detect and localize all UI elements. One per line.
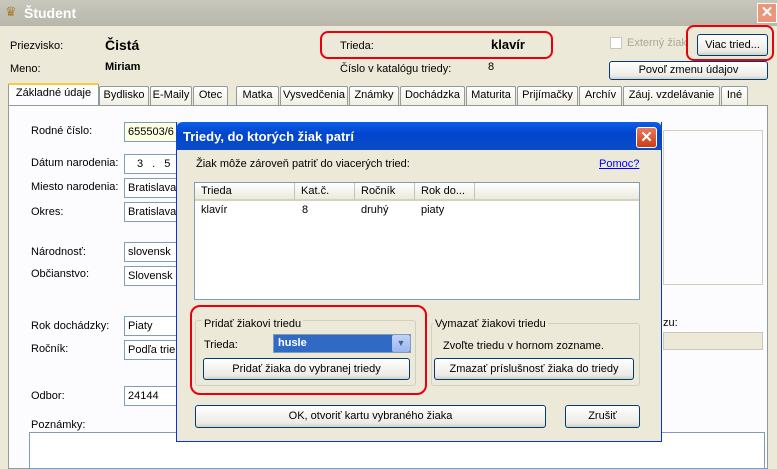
tab-graduation[interactable]: Maturita bbox=[466, 86, 516, 105]
dialog-info-text: Žiak môže zároveň patriť do viacerých tr… bbox=[196, 158, 410, 170]
window-titlebar bbox=[0, 0, 777, 26]
column-header-class[interactable]: Trieda bbox=[195, 183, 295, 201]
chevron-down-icon[interactable]: ▼ bbox=[392, 335, 410, 352]
row-grade-cell[interactable]: druhý bbox=[361, 204, 389, 216]
birth-number-label: Rodné číslo: bbox=[31, 125, 93, 137]
more-classes-button[interactable]: Viac tried... bbox=[697, 34, 768, 56]
tab-admissions[interactable]: Prijímačky bbox=[517, 86, 578, 105]
class-label: Trieda: bbox=[340, 40, 374, 52]
grade-label: Ročník: bbox=[31, 343, 69, 355]
tab-attendance[interactable]: Dochádzka bbox=[400, 86, 465, 105]
district-label: Okres: bbox=[31, 206, 64, 218]
birth-date-label: Dátum narodenia: bbox=[31, 157, 119, 169]
tab-emails[interactable]: E-Maily bbox=[150, 86, 192, 105]
tab-residence[interactable]: Bydlisko bbox=[99, 86, 149, 105]
field-of-study-field[interactable]: 24144 bbox=[124, 386, 184, 406]
row-class-cell[interactable]: klavír bbox=[201, 204, 227, 216]
tab-grades[interactable]: Známky bbox=[349, 86, 399, 105]
column-header-catalog-number[interactable]: Kat.č. bbox=[295, 183, 355, 201]
dialog-close-button[interactable]: ✕ bbox=[636, 127, 657, 148]
column-header-attendance-year[interactable]: Rok do... bbox=[415, 183, 475, 201]
row-catalog-cell[interactable]: 8 bbox=[302, 204, 308, 216]
tab-archive[interactable]: Archív bbox=[579, 86, 622, 105]
citizenship-label: Občianstvo: bbox=[31, 268, 90, 280]
student-app-icon: ♛ bbox=[5, 4, 17, 19]
ok-open-card-button[interactable]: OK, otvoriť kartu vybraného žiaka bbox=[195, 405, 546, 428]
tab-report-cards[interactable]: Vysvedčenia bbox=[280, 86, 348, 105]
attendance-year-label: Rok dochádzky: bbox=[31, 320, 110, 332]
column-header-filler bbox=[475, 183, 639, 201]
tab-interest-education[interactable]: Záuj. vzdelávanie bbox=[623, 86, 720, 105]
add-class-legend: Pridať žiakovi triedu bbox=[202, 318, 304, 330]
citizenship-field[interactable]: Slovensk bbox=[124, 266, 184, 286]
birth-place-label: Miesto narodenia: bbox=[31, 181, 119, 193]
window-close-button[interactable]: ✕ bbox=[757, 3, 777, 23]
help-link[interactable]: Pomoc? bbox=[599, 158, 639, 170]
external-student-checkbox[interactable] bbox=[610, 37, 622, 49]
row-attendance-year-cell[interactable]: piaty bbox=[421, 204, 444, 216]
field-of-study-label: Odbor: bbox=[31, 390, 65, 402]
birth-date-field[interactable]: 3 . 5 . bbox=[124, 154, 184, 174]
remove-from-class-button[interactable]: Zmazať príslušnosť žiaka do triedy bbox=[434, 358, 634, 380]
notes-label: Poznámky: bbox=[31, 419, 86, 431]
birth-place-field[interactable]: Bratislava bbox=[124, 178, 184, 198]
attendance-year-field[interactable]: Piaty bbox=[124, 316, 184, 336]
birth-number-field[interactable]: 655503/6 bbox=[124, 122, 184, 142]
remove-class-legend: Vymazať žiakovi triedu bbox=[433, 318, 548, 330]
surname-value: Čistá bbox=[105, 37, 140, 53]
column-header-grade[interactable]: Ročník bbox=[355, 183, 415, 201]
tab-father[interactable]: Otec bbox=[193, 86, 228, 105]
surname-label: Priezvisko: bbox=[10, 40, 64, 52]
grade-field[interactable]: Podľa trie bbox=[124, 340, 184, 360]
right-partial-field bbox=[663, 332, 763, 350]
firstname-label: Meno: bbox=[10, 63, 41, 75]
tab-mother[interactable]: Matka bbox=[236, 86, 279, 105]
add-to-class-button[interactable]: Pridať žiaka do vybranej triedy bbox=[203, 358, 410, 380]
window-title: Študent bbox=[24, 5, 77, 21]
district-field[interactable]: Bratislava bbox=[124, 202, 184, 222]
remove-class-hint: Zvoľte triedu v hornom zozname. bbox=[443, 340, 604, 352]
tab-basic-data[interactable]: Základné údaje bbox=[8, 83, 99, 107]
cancel-button[interactable]: Zrušiť bbox=[565, 405, 640, 428]
nationality-label: Národnosť: bbox=[31, 246, 86, 258]
class-value: klavír bbox=[491, 37, 525, 52]
catalog-number-label: Číslo v katalógu triedy: bbox=[340, 63, 452, 75]
nationality-field[interactable]: slovensk bbox=[124, 242, 184, 262]
dialog-title: Triedy, do ktorých žiak patrí bbox=[183, 129, 354, 144]
firstname-value: Miriam bbox=[105, 61, 141, 73]
add-class-label: Trieda: bbox=[204, 339, 238, 351]
tab-other[interactable]: Iné bbox=[721, 86, 748, 105]
right-partial-label: zu: bbox=[663, 317, 678, 329]
right-partial-panel bbox=[663, 130, 763, 285]
external-student-label: Externý žiak bbox=[627, 37, 687, 49]
allow-change-button[interactable]: Povoľ zmenu údajov bbox=[609, 61, 768, 80]
class-select[interactable]: husle bbox=[273, 334, 411, 353]
catalog-number-value: 8 bbox=[488, 61, 495, 73]
